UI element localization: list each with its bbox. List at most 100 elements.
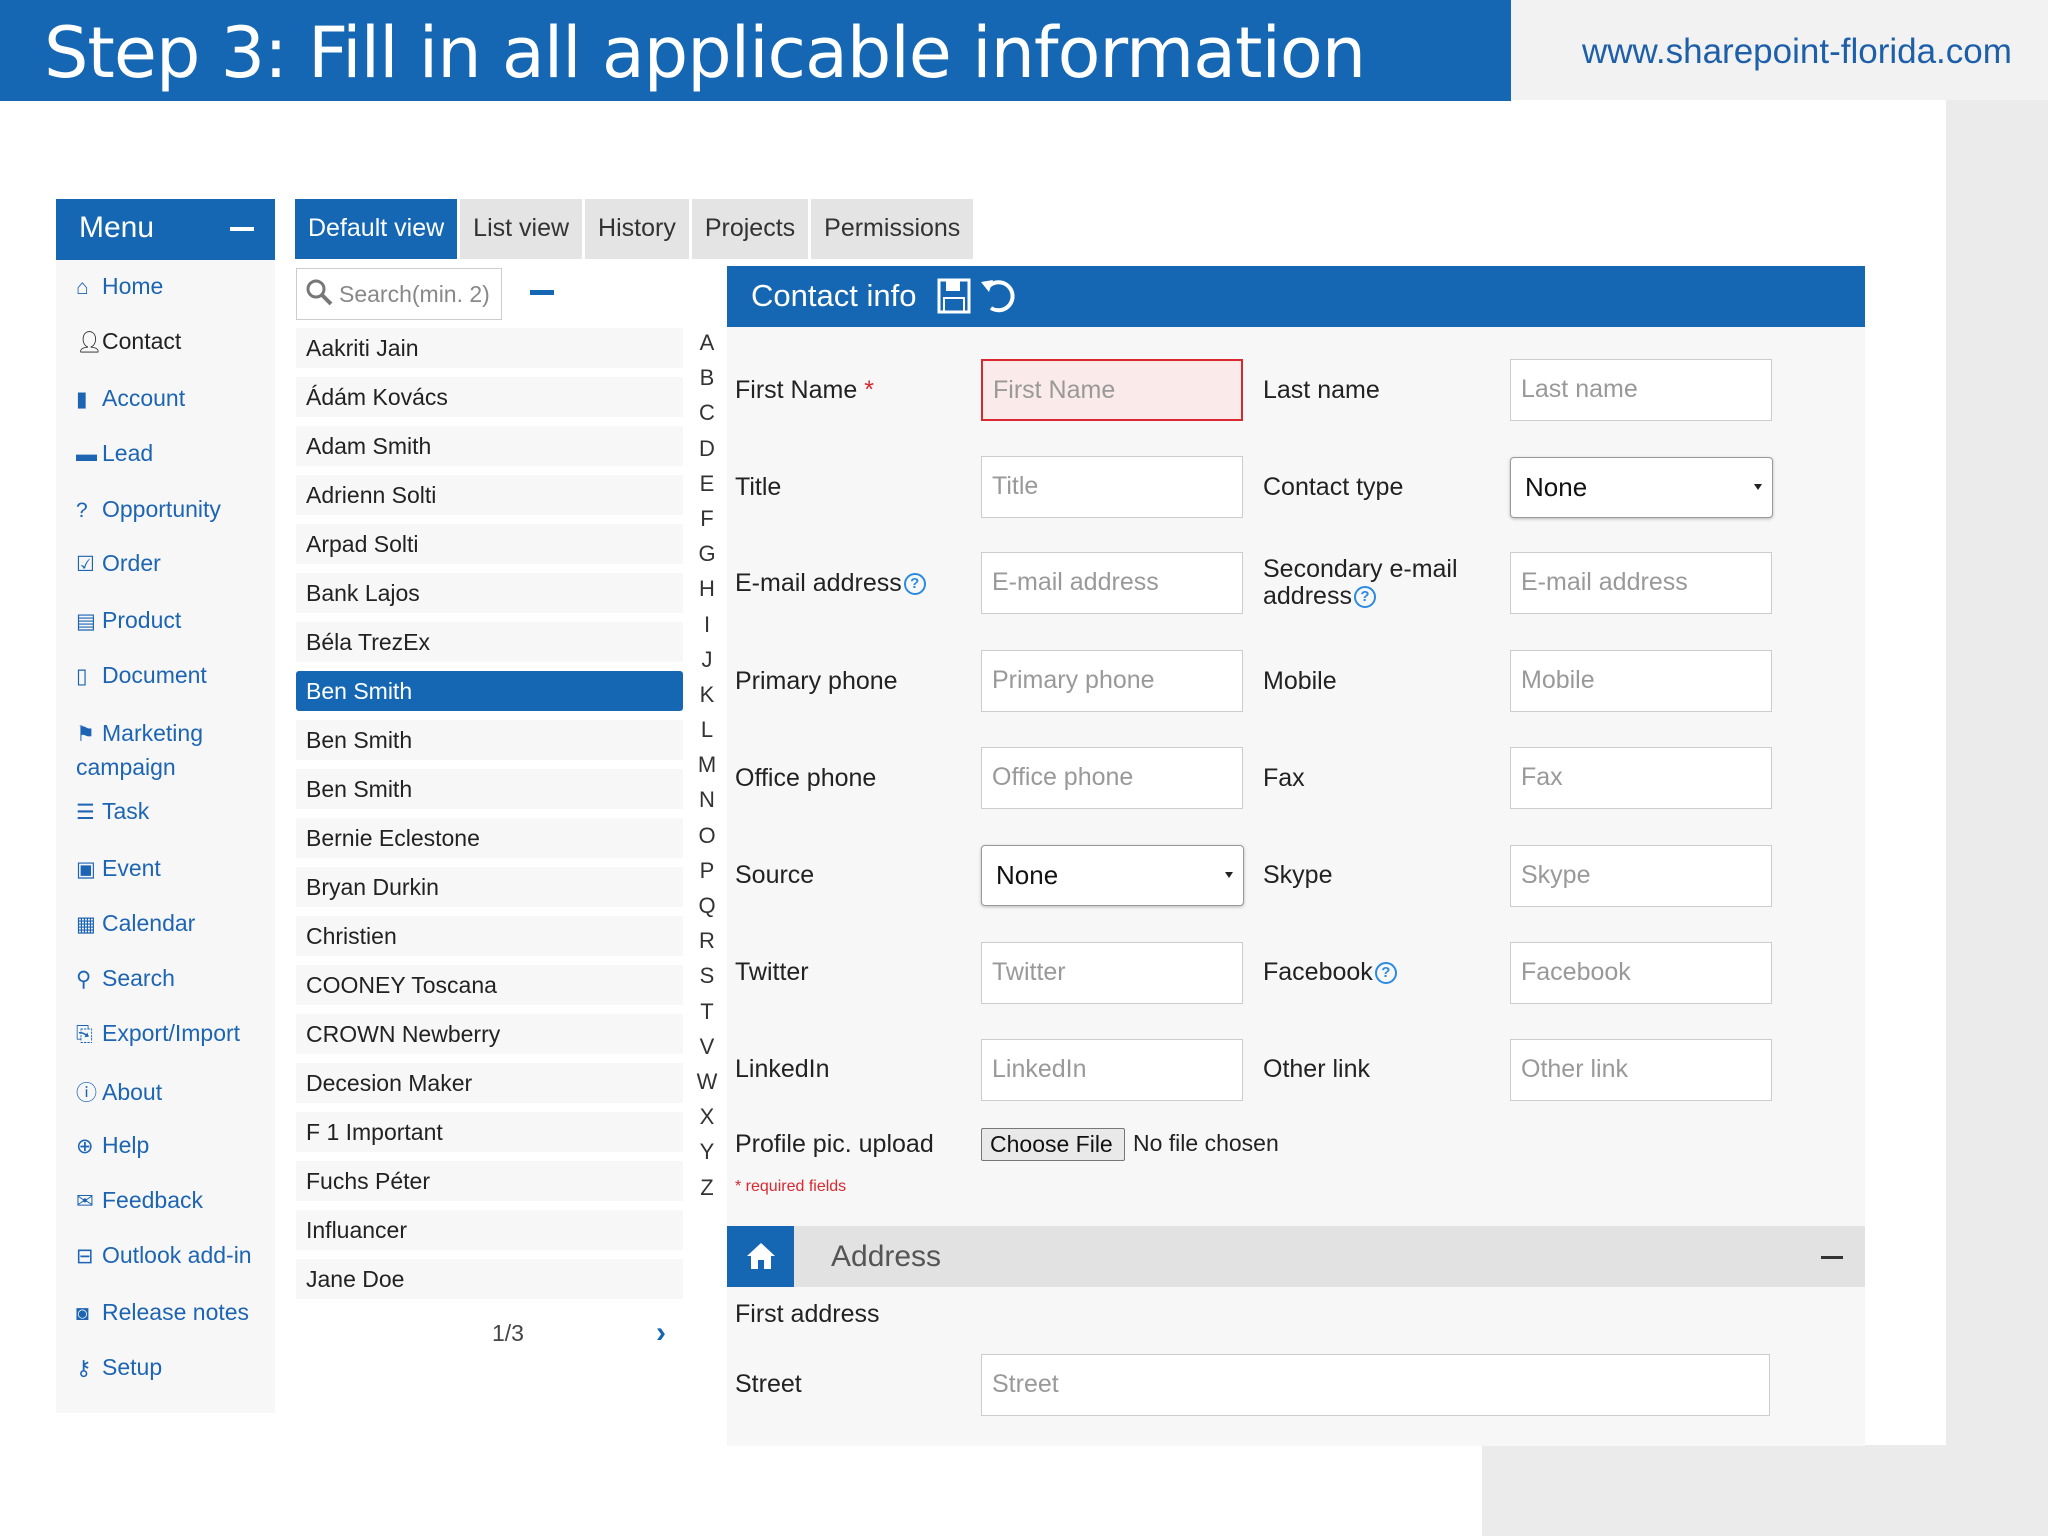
alpha-letter[interactable]: G — [690, 541, 724, 576]
list-item[interactable]: Aakriti Jain — [296, 328, 683, 368]
sidebar-item-about[interactable]: ⓘ About — [76, 1077, 162, 1107]
alpha-letter[interactable]: P — [690, 858, 724, 893]
mobile-field[interactable]: Mobile — [1510, 650, 1772, 712]
title-field[interactable]: Title — [981, 456, 1243, 518]
list-item[interactable]: Bank Lajos — [296, 573, 683, 613]
list-item[interactable]: Christien — [296, 916, 683, 956]
tab-list-view[interactable]: List view — [460, 199, 583, 259]
list-item[interactable]: Arpad Solti — [296, 524, 683, 564]
list-item[interactable]: Bernie Eclestone — [296, 818, 683, 858]
alpha-letter[interactable]: A — [690, 330, 724, 365]
address-home-button[interactable] — [727, 1226, 794, 1287]
sidebar-item-release-notes[interactable]: ◙ Release notes — [76, 1299, 249, 1326]
help-icon[interactable]: ? — [1374, 962, 1397, 985]
last-name-field[interactable]: Last name — [1510, 359, 1772, 421]
sidebar-item-export-import[interactable]: ⎘ Export/Import — [76, 1020, 240, 1047]
alpha-letter[interactable]: Z — [690, 1175, 724, 1210]
list-item[interactable]: Bryan Durkin — [296, 867, 683, 907]
alpha-letter[interactable]: R — [690, 928, 724, 963]
help-icon[interactable]: ? — [903, 573, 926, 596]
list-item[interactable]: Adrienn Solti — [296, 475, 683, 515]
alpha-letter[interactable]: L — [690, 717, 724, 752]
sidebar-item-help[interactable]: ⊕ Help — [76, 1132, 149, 1159]
sidebar-item-account[interactable]: ▮ Account — [76, 385, 185, 412]
sidebar-item-marketing-campaign[interactable]: ⚑ Marketing campaign — [76, 717, 203, 784]
undo-icon[interactable] — [977, 276, 1017, 316]
alpha-letter[interactable]: I — [690, 612, 724, 647]
tab-default-view[interactable]: Default view — [295, 199, 458, 259]
sidebar-item-feedback[interactable]: ✉ Feedback — [76, 1187, 203, 1214]
alpha-letter[interactable]: V — [690, 1034, 724, 1069]
list-item[interactable]: COONEY Toscana — [296, 965, 683, 1005]
list-item[interactable]: Adam Smith — [296, 426, 683, 466]
alpha-letter[interactable]: N — [690, 787, 724, 822]
save-icon[interactable] — [937, 278, 971, 314]
alpha-letter[interactable]: H — [690, 576, 724, 611]
list-item-selected[interactable]: Ben Smith — [296, 671, 683, 711]
list-item[interactable]: Jane Doe — [296, 1259, 683, 1299]
skype-field[interactable]: Skype — [1510, 845, 1772, 907]
sidebar-item-document[interactable]: ▯ Document — [76, 662, 207, 689]
sidebar-item-task[interactable]: ☰ Task — [76, 798, 149, 825]
list-item[interactable]: Decesion Maker — [296, 1063, 683, 1103]
list-item[interactable]: Influancer — [296, 1210, 683, 1250]
sidebar-item-calendar[interactable]: ▦ Calendar — [76, 910, 195, 937]
alpha-letter[interactable]: D — [690, 436, 724, 471]
list-item[interactable]: Ben Smith — [296, 720, 683, 760]
alpha-letter[interactable]: K — [690, 682, 724, 717]
sidebar-item-setup[interactable]: ⚷ Setup — [76, 1354, 162, 1381]
sidebar-item-contact[interactable]: 👤︎Contact — [76, 328, 181, 355]
list-item[interactable]: Béla TrezEx — [296, 622, 683, 662]
alpha-letter[interactable]: W — [690, 1069, 724, 1104]
alpha-letter[interactable]: M — [690, 752, 724, 787]
sidebar-item-search[interactable]: ⚲ Search — [76, 965, 175, 992]
office-phone-field[interactable]: Office phone — [981, 747, 1243, 809]
tab-permissions[interactable]: Permissions — [811, 199, 974, 259]
help-icon[interactable]: ? — [1353, 586, 1376, 609]
sidebar-item-event[interactable]: ▣ Event — [76, 855, 161, 882]
search-input[interactable]: Search(min. 2) — [296, 268, 502, 320]
sidebar-item-home[interactable]: ⌂ Home — [76, 273, 163, 300]
list-item[interactable]: CROWN Newberry — [296, 1014, 683, 1054]
source-select[interactable]: None — [981, 845, 1244, 906]
choose-file-button[interactable]: Choose File — [981, 1128, 1125, 1161]
sidebar-item-lead[interactable]: ▬ Lead — [76, 440, 153, 467]
sidebar-item-opportunity[interactable]: ? Opportunity — [76, 496, 221, 523]
alpha-letter[interactable]: F — [690, 506, 724, 541]
collapse-icon[interactable] — [230, 227, 254, 231]
sidebar-item-order[interactable]: ☑ Order — [76, 550, 161, 577]
list-item[interactable]: Ádám Kovács — [296, 377, 683, 417]
contact-type-select[interactable]: None — [1510, 457, 1773, 518]
fax-field[interactable]: Fax — [1510, 747, 1772, 809]
sidebar-item-product[interactable]: ▤ Product — [76, 607, 181, 634]
secondary-email-field[interactable]: E-mail address — [1510, 552, 1772, 614]
other-link-field[interactable]: Other link — [1510, 1039, 1772, 1101]
next-page-icon[interactable]: › — [656, 1316, 666, 1350]
list-item[interactable]: F 1 Important — [296, 1112, 683, 1152]
alpha-letter[interactable]: J — [690, 647, 724, 682]
alpha-letter[interactable]: T — [690, 999, 724, 1034]
linkedin-field[interactable]: LinkedIn — [981, 1039, 1243, 1101]
primary-phone-field[interactable]: Primary phone — [981, 650, 1243, 712]
email-field[interactable]: E-mail address — [981, 552, 1243, 614]
list-collapse-icon[interactable] — [530, 290, 554, 295]
alpha-letter[interactable]: O — [690, 823, 724, 858]
tab-projects[interactable]: Projects — [691, 199, 809, 259]
list-item[interactable]: Ben Smith — [296, 769, 683, 809]
site-url[interactable]: www.sharepoint-florida.com — [1582, 32, 2012, 72]
alpha-letter[interactable]: Y — [690, 1139, 724, 1174]
list-item[interactable]: Fuchs Péter — [296, 1161, 683, 1201]
sidebar-item-outlook-add-in[interactable]: ⊟ Outlook add-in — [76, 1242, 252, 1269]
facebook-field[interactable]: Facebook — [1510, 942, 1772, 1004]
alpha-letter[interactable]: C — [690, 400, 724, 435]
alpha-letter[interactable]: S — [690, 963, 724, 998]
tab-history[interactable]: History — [585, 199, 689, 259]
alpha-letter[interactable]: B — [690, 365, 724, 400]
twitter-field[interactable]: Twitter — [981, 942, 1243, 1004]
street-field[interactable]: Street — [981, 1354, 1770, 1416]
alpha-letter[interactable]: X — [690, 1104, 724, 1139]
alpha-letter[interactable]: Q — [690, 893, 724, 928]
collapse-icon[interactable] — [1821, 1256, 1843, 1259]
first-name-field[interactable]: First Name — [981, 359, 1243, 421]
address-header[interactable]: Address — [727, 1226, 1865, 1287]
